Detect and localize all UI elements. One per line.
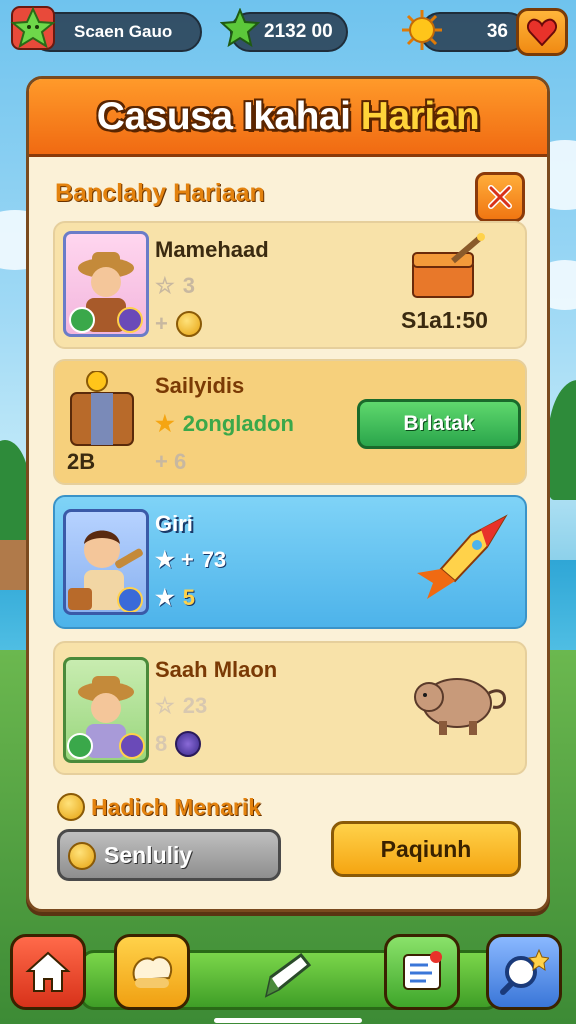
skip-button-label: Senluliy: [104, 841, 193, 868]
star-badge-icon[interactable]: [8, 3, 58, 53]
task-name: Giri: [155, 511, 193, 536]
sun-icon: [402, 10, 442, 50]
task-list-icon: [403, 951, 442, 990]
nav-edit-button[interactable]: [250, 942, 324, 1008]
nav-food-button[interactable]: [114, 934, 190, 1010]
lives-value: 36: [486, 21, 508, 42]
boar-icon: [414, 678, 506, 735]
close-icon: [488, 185, 512, 209]
panel-subtitle: Banclahy Hariaan: [55, 179, 265, 207]
task-name: Saah Mlaon: [155, 657, 278, 682]
panel-title-highlight: Harian: [360, 94, 480, 138]
task-card[interactable]: 2B Sailyidis ★ 2ongladon + 6 Brlatak: [53, 359, 527, 485]
panel-title-main: Casusa Ikahai: [96, 94, 351, 138]
task-progress-value: 73: [201, 547, 227, 572]
reward-value: S1a1:50: [401, 307, 488, 333]
bonus-label: Hadich Menarik: [57, 793, 261, 821]
task-bonus: 8: [155, 731, 202, 757]
task-progress: ☆ 3: [155, 273, 195, 298]
heart-icon: [527, 18, 557, 46]
task-progress: ☆ 23: [155, 693, 208, 718]
task-bonus-value: 8: [155, 731, 168, 756]
treasure-chest-icon: [412, 233, 485, 298]
badge-count: 2B: [67, 449, 96, 474]
rocket-icon: [417, 514, 508, 599]
coin-icon: [57, 793, 85, 821]
home-icon: [25, 951, 71, 992]
coin-icon: [68, 842, 96, 870]
coin-icon: [175, 311, 202, 337]
nav-search-button[interactable]: [486, 934, 562, 1010]
avatar: [63, 657, 149, 763]
panel-title: Casusa Ikahai Harian: [96, 94, 480, 139]
task-bonus-value: +: [155, 311, 168, 336]
food-icon: [132, 956, 172, 988]
bonus-label-text: Hadich Menarik: [91, 793, 261, 820]
task-card[interactable]: Giri ★ +73 ★ 5: [53, 495, 527, 629]
task-bonus: +: [155, 311, 202, 337]
avatar: [63, 231, 149, 337]
task-progress-value: 23: [182, 693, 208, 718]
task-name: Mamehaad: [155, 237, 269, 262]
task-card[interactable]: Saah Mlaon ☆ 23 8: [53, 641, 527, 775]
close-button[interactable]: [475, 172, 525, 222]
panel-header: Casusa Ikahai Harian: [29, 79, 547, 157]
home-indicator[interactable]: [214, 1018, 362, 1023]
claim-button[interactable]: Brlatak: [357, 399, 521, 449]
task-card[interactable]: Mamehaad ☆ 3 + S1a1:50: [53, 221, 527, 349]
task-name: Sailyidis: [155, 373, 245, 398]
avatar: [63, 509, 149, 615]
nav-home-button[interactable]: [10, 934, 86, 1010]
task-bonus: + 6: [155, 449, 186, 475]
heart-button[interactable]: [516, 8, 568, 56]
confirm-button[interactable]: Paqiunh: [331, 821, 521, 877]
task-progress-value: 3: [182, 273, 195, 298]
gem-icon: [175, 731, 202, 757]
daily-tasks-panel: Casusa Ikahai Harian Banclahy Hariaan Ma…: [26, 76, 550, 912]
nav-tasks-button[interactable]: [384, 934, 460, 1010]
stars-value: 2132 00: [264, 21, 333, 42]
search-icon: [500, 948, 549, 995]
player-name: Scaen Gauo: [74, 22, 173, 41]
task-progress: ★ +73: [155, 547, 227, 572]
task-bonus-value: + 6: [155, 449, 187, 474]
skip-button[interactable]: Senluliy: [57, 829, 281, 881]
task-progress: ★ 2ongladon: [155, 411, 294, 436]
star-icon: [220, 8, 260, 48]
task-bonus-value: 5: [182, 585, 195, 610]
task-progress-value: 2ongladon: [182, 411, 294, 436]
treasure-chest-icon: [70, 371, 134, 446]
pencil-icon: [264, 952, 312, 998]
task-bonus: ★ 5: [155, 585, 195, 610]
